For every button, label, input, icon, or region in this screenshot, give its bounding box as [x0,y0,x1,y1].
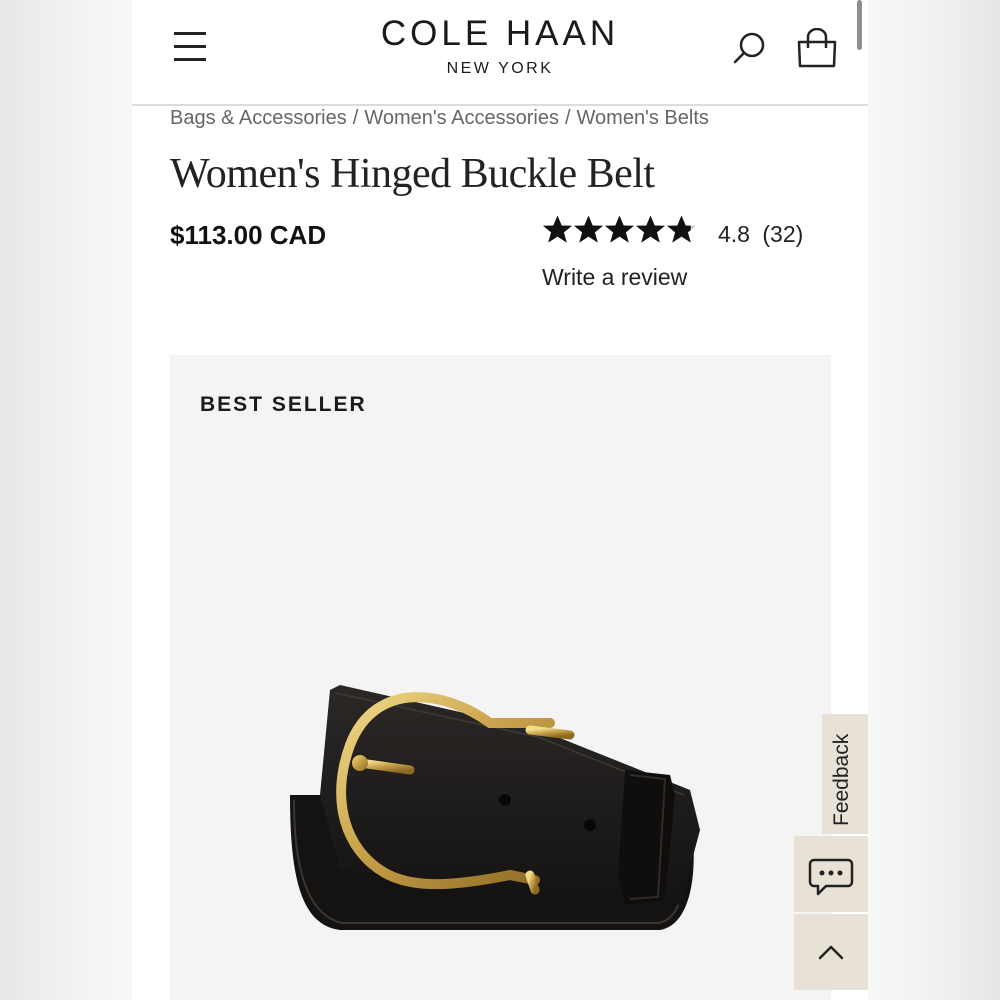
belt-product-image [290,685,700,930]
brand-name: COLE HAAN [380,14,620,53]
star-icon [573,215,604,243]
star-icon [666,215,697,243]
backdrop-right [868,0,1000,1000]
breadcrumb-item-womens-belts[interactable]: Women's Belts [577,107,709,129]
chat-button[interactable] [794,836,868,912]
search-icon[interactable] [730,28,770,68]
hamburger-menu-icon[interactable] [172,30,208,64]
best-seller-badge: BEST SELLER [200,393,367,416]
scroll-indicator [857,0,862,50]
shopping-bag-icon[interactable] [794,27,840,70]
rating-summary[interactable]: 4.8 (32) [718,221,803,248]
breadcrumb-separator: / [564,107,571,129]
brand-logo[interactable]: COLE HAAN NEW YORK [368,14,632,78]
product-page: COLE HAAN NEW YORK Bags & Accessories / Wo… [132,0,868,1000]
backdrop-left [0,0,132,1000]
back-to-top-button[interactable] [794,914,868,990]
brand-subtitle: NEW YORK [446,60,554,77]
product-price: $113.00 CAD [170,220,327,250]
star-icon [604,215,635,243]
rating-value: 4.8 [718,221,750,247]
rating-count: (32) [762,221,804,247]
breadcrumb-item-womens-accessories[interactable]: Women's Accessories [364,107,559,129]
product-image-gallery[interactable]: BEST SELLER [170,355,831,1000]
star-icon [635,215,666,243]
product-title: Women's Hinged Buckle Belt [170,151,655,197]
feedback-tab[interactable]: Feedback [822,714,868,834]
breadcrumb-separator: / [352,107,359,129]
chat-bubble-icon [808,858,854,896]
chevron-up-icon [818,945,844,960]
breadcrumb-item-bags-accessories[interactable]: Bags & Accessories [170,107,347,129]
write-review-link[interactable]: Write a review [542,264,687,291]
breadcrumb: Bags & Accessories / Women's Accessories / W… [170,107,709,130]
rating-stars[interactable] [542,214,697,254]
star-icon [542,215,573,243]
feedback-label: Feedback [830,733,853,826]
site-header: COLE HAAN NEW YORK [132,0,868,106]
